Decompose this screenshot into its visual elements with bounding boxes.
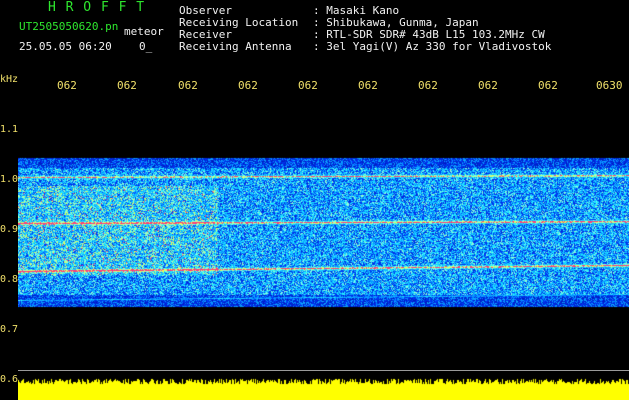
- time-tick-label: 062: [538, 79, 558, 92]
- freq-tick-label: 1.1: [0, 124, 19, 135]
- hroft-window: H R O F F T UT2505050620.pn meteor 25.05…: [0, 0, 629, 400]
- info-value-antenna: : 3el Yagi(V) Az 330 for Vladivostok: [313, 40, 552, 53]
- time-tick-label: 062: [298, 79, 318, 92]
- spectrogram-canvas: [18, 95, 629, 400]
- meteor-label: meteor: [124, 25, 164, 38]
- unit-label: kHz: [0, 74, 19, 85]
- freq-tick-label: 0.6: [0, 374, 19, 385]
- datetime-label: 25.05.05 06:20: [19, 40, 112, 53]
- time-tick-label: 062: [238, 79, 258, 92]
- meteor-count: 0_: [139, 40, 153, 53]
- baseline-divider: [18, 370, 629, 371]
- time-tick-label: 062: [418, 79, 438, 92]
- file-name: UT2505050620.pn: [19, 20, 119, 33]
- time-tick-label: 0630: [596, 79, 623, 92]
- info-key-antenna: Receiving Antenna: [179, 40, 292, 53]
- freq-tick-label: 0.8: [0, 274, 19, 285]
- app-title: H R O F F T: [48, 0, 146, 15]
- time-tick-label: 062: [57, 79, 77, 92]
- time-tick-label: 062: [178, 79, 198, 92]
- freq-tick-label: 1.0: [0, 174, 19, 185]
- time-tick-label: 062: [358, 79, 378, 92]
- time-tick-label: 062: [117, 79, 137, 92]
- time-tick-label: 062: [478, 79, 498, 92]
- freq-tick-label: 0.9: [0, 224, 19, 235]
- freq-tick-label: 0.7: [0, 324, 19, 335]
